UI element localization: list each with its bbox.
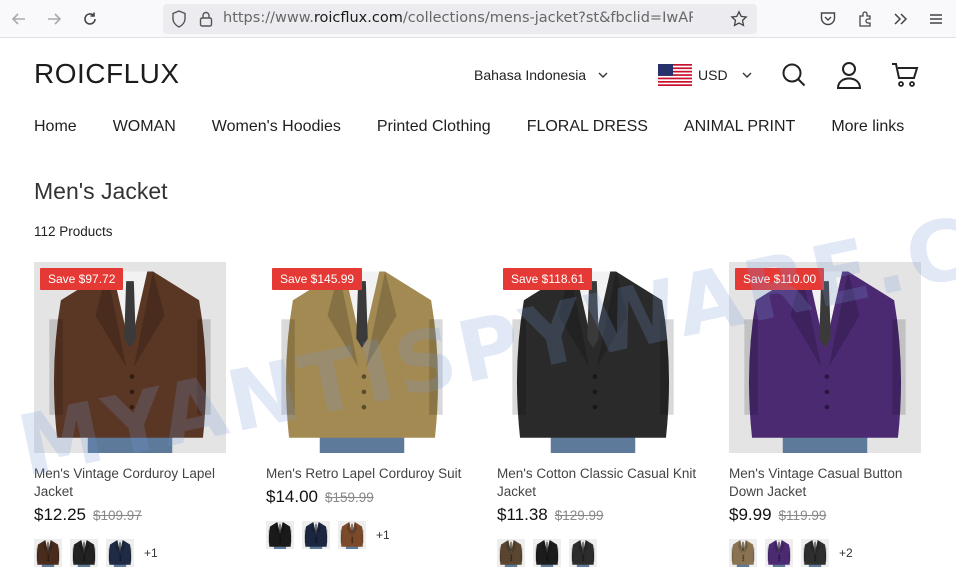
currency-label: USD	[698, 67, 728, 83]
price-row: $9.99 $119.99	[729, 505, 921, 525]
menu-item-home[interactable]: Home	[34, 118, 77, 136]
color-swatch[interactable]	[70, 539, 98, 567]
color-swatch[interactable]	[801, 539, 829, 567]
reload-icon[interactable]	[77, 6, 103, 32]
shield-icon[interactable]	[169, 9, 189, 29]
color-swatch[interactable]	[497, 539, 525, 567]
color-swatch[interactable]	[266, 521, 294, 549]
price-row: $14.00 $159.99	[266, 487, 458, 507]
collection-title: Men's Jacket	[34, 178, 168, 204]
cart-icon[interactable]	[891, 60, 919, 90]
more-colors[interactable]: +1	[376, 528, 390, 542]
color-swatches	[497, 539, 689, 567]
sale-price: $12.25	[34, 505, 86, 524]
sale-price: $11.38	[497, 505, 548, 524]
product-image[interactable]: Save $97.72	[34, 262, 226, 453]
sale-badge: Save $118.61	[503, 268, 593, 290]
color-swatch[interactable]	[106, 539, 134, 567]
product-image[interactable]: Save $110.00	[729, 262, 921, 453]
us-flag-icon	[658, 64, 692, 86]
menu-item-floral-dress[interactable]: FLORAL DRESS	[527, 118, 648, 136]
sale-badge: Save $97.72	[40, 268, 124, 290]
sale-price: $14.00	[266, 487, 318, 506]
product-name[interactable]: Men's Vintage Casual Button Down Jacket	[729, 465, 929, 501]
original-price: $119.99	[778, 508, 827, 523]
url-domain: roicflux.com	[313, 10, 403, 26]
menu-item-more-links[interactable]: More links	[831, 118, 904, 136]
more-colors[interactable]: +1	[144, 546, 158, 560]
color-swatch[interactable]	[569, 539, 597, 567]
menu-item-printed-clothing[interactable]: Printed Clothing	[377, 118, 491, 136]
original-price: $129.99	[554, 508, 604, 523]
bookmark-star-icon[interactable]	[729, 9, 749, 29]
url-path: /collections/mens-jacket?st&fbclid=IwAR2…	[402, 10, 693, 26]
site-logo[interactable]: ROICFLUX	[34, 58, 180, 90]
language-label: Bahasa Indonesia	[474, 67, 587, 83]
product-name[interactable]: Men's Vintage Corduroy Lapel Jacket	[34, 465, 234, 501]
back-icon[interactable]	[6, 6, 32, 32]
forward-icon[interactable]	[41, 6, 67, 32]
account-icon[interactable]	[835, 60, 863, 90]
chevron-down-icon	[742, 72, 752, 78]
menu-item-womens-hoodies[interactable]: Women's Hoodies	[212, 118, 341, 136]
overflow-chevrons-icon[interactable]	[890, 9, 910, 29]
jacket-illustration	[497, 262, 689, 453]
jacket-illustration	[729, 262, 921, 453]
url-prefix: https://www.	[223, 10, 314, 26]
chevron-down-icon	[598, 72, 608, 78]
color-swatch[interactable]	[34, 539, 62, 567]
color-swatch[interactable]	[533, 539, 561, 567]
menu-item-woman[interactable]: WOMAN	[113, 118, 176, 136]
pocket-icon[interactable]	[818, 9, 838, 29]
original-price: $109.97	[93, 508, 142, 523]
more-colors[interactable]: +2	[839, 546, 853, 560]
color-swatch[interactable]	[765, 539, 793, 567]
main-menu: Home WOMAN Women's Hoodies Printed Cloth…	[34, 118, 904, 136]
product-name[interactable]: Men's Cotton Classic Casual Knit Jacket	[497, 465, 697, 501]
original-price: $159.99	[325, 490, 374, 505]
search-icon[interactable]	[780, 60, 808, 90]
menu-item-animal-print[interactable]: ANIMAL PRINT	[684, 118, 795, 136]
price-row: $12.25 $109.97	[34, 505, 226, 525]
jacket-illustration	[266, 262, 458, 453]
sale-badge: Save $145.99	[272, 268, 363, 290]
product-card[interactable]: Save $118.61 Men's Cotton Classic Casual…	[497, 262, 696, 567]
sale-price: $9.99	[729, 505, 772, 524]
url-text[interactable]: https://www.roicflux.com/collections/men…	[223, 10, 693, 26]
color-swatch[interactable]	[302, 521, 330, 549]
product-name[interactable]: Men's Retro Lapel Corduroy Suit	[266, 465, 466, 483]
extensions-icon[interactable]	[855, 9, 875, 29]
hamburger-menu-icon[interactable]	[926, 9, 946, 29]
language-selector[interactable]: Bahasa Indonesia	[474, 67, 608, 83]
lock-icon[interactable]	[196, 9, 216, 29]
color-swatch[interactable]	[338, 521, 366, 549]
product-card[interactable]: Save $145.99 Men's Retro Lapel Corduroy …	[266, 262, 461, 549]
color-swatches: +2	[729, 539, 921, 567]
product-image[interactable]: Save $145.99	[266, 262, 458, 453]
color-swatches: +1	[266, 521, 458, 549]
product-image[interactable]: Save $118.61	[497, 262, 689, 453]
address-bar[interactable]: https://www.roicflux.com/collections/men…	[163, 4, 757, 34]
sale-badge: Save $110.00	[735, 268, 825, 290]
color-swatch[interactable]	[729, 539, 757, 567]
product-card[interactable]: Save $110.00 Men's Vintage Casual Button…	[729, 262, 921, 567]
price-row: $11.38 $129.99	[497, 505, 689, 525]
jacket-illustration	[34, 262, 226, 453]
currency-selector[interactable]: USD	[658, 64, 752, 86]
browser-toolbar: https://www.roicflux.com/collections/men…	[0, 0, 956, 38]
product-card[interactable]: Save $97.72 Men's Vintage Corduroy Lapel…	[34, 262, 226, 567]
product-count: 112 Products	[34, 224, 113, 239]
color-swatches: +1	[34, 539, 226, 567]
